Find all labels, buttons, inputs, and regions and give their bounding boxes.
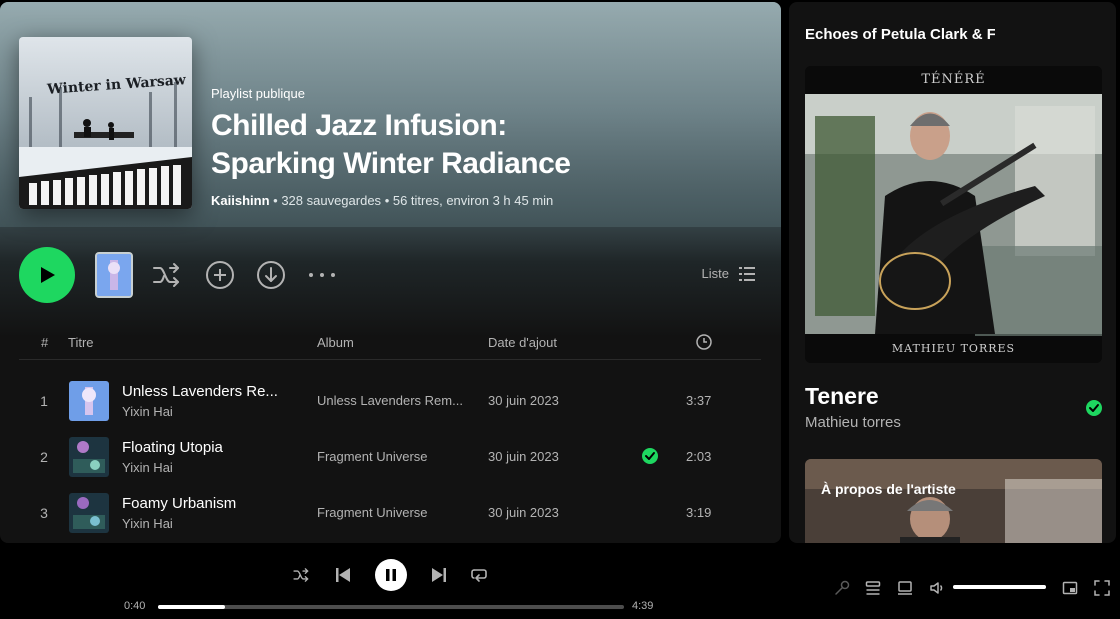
table-row[interactable]: 1 Unless Lavenders Re... Yixin Hai Unles… <box>19 373 761 429</box>
track-album[interactable]: Fragment Universe <box>317 505 475 520</box>
table-row[interactable]: 3 Foamy Urbanism Yixin Hai Fragment Univ… <box>19 485 761 541</box>
about-artist-label: À propos de l'artiste <box>821 481 956 497</box>
player-bar: 0:40 4:39 <box>0 543 1120 619</box>
about-artist-card[interactable]: À propos de l'artiste <box>805 459 1102 543</box>
playlist-meta: Playlist publique Chilled Jazz Infusion:… <box>211 86 771 208</box>
track-duration: 3:19 <box>686 505 712 520</box>
add-to-library-button[interactable] <box>204 259 236 291</box>
view-mode-toggle[interactable]: Liste <box>702 266 755 281</box>
playlist-saves: 328 sauvegardes <box>281 193 382 208</box>
video-bottom-caption: MATHIEU TORRES <box>891 342 1016 355</box>
action-bar: Liste <box>0 242 781 308</box>
shuffle-button[interactable] <box>152 259 184 291</box>
track-album[interactable]: Unless Lavenders Rem... <box>317 393 475 408</box>
skip-back-icon <box>336 568 350 582</box>
playlist-cover[interactable]: Winter in Warsaw <box>19 37 192 209</box>
repeat-button[interactable] <box>470 565 488 585</box>
saved-check-icon[interactable] <box>641 447 659 468</box>
playlist-info: Kaiishinn • 328 sauvegardes • 56 titres,… <box>211 193 554 208</box>
now-playing-context-title[interactable]: Echoes of Petula Clark & F <box>805 26 995 43</box>
download-button[interactable] <box>255 259 287 291</box>
repeat-icon <box>471 569 487 582</box>
table-row[interactable]: 2 Floating Utopia Yixin Hai Fragment Uni… <box>19 429 761 485</box>
video-top-caption: TÉNÉRÉ <box>921 72 986 87</box>
total-time: 4:39 <box>632 600 654 612</box>
track-title[interactable]: Floating Utopia <box>122 439 292 456</box>
elapsed-time: 0:40 <box>124 600 146 612</box>
more-icon <box>309 273 335 277</box>
shuffle-icon <box>153 263 179 287</box>
track-thumbnail <box>69 493 109 533</box>
queue-icon <box>865 581 881 595</box>
playback-progress-bar[interactable] <box>158 605 624 609</box>
skip-forward-icon <box>432 568 446 582</box>
now-playing-video[interactable]: TÉNÉRÉ MATHIEU TORRES <box>805 66 1102 363</box>
playlist-panel: Winter in Warsaw Playlist publique Chill… <box>0 2 781 543</box>
list-icon <box>739 266 755 281</box>
track-duration: 3:37 <box>686 393 712 408</box>
volume-fill <box>953 585 1046 589</box>
add-circle-icon <box>206 261 234 289</box>
track-date-added: 30 juin 2023 <box>488 449 559 464</box>
header-album[interactable]: Album <box>317 335 354 350</box>
track-title[interactable]: Unless Lavenders Re... <box>122 383 292 400</box>
preview-thumbnail[interactable] <box>95 252 133 298</box>
tracklist-header: # Titre Album Date d'ajout <box>19 324 761 360</box>
now-playing-artist[interactable]: Mathieu torres <box>805 414 901 431</box>
track-number: 2 <box>40 449 48 465</box>
download-icon <box>257 261 285 289</box>
view-mode-label: Liste <box>701 266 729 281</box>
track-artist[interactable]: Yixin Hai <box>122 516 173 531</box>
saved-check-icon[interactable] <box>1085 399 1103 422</box>
volume-icon <box>930 582 943 594</box>
track-artist[interactable]: Yixin Hai <box>122 460 173 475</box>
queue-button[interactable] <box>864 579 882 597</box>
next-button[interactable] <box>430 565 448 585</box>
header-number: # <box>41 335 49 350</box>
track-title[interactable]: Foamy Urbanism <box>122 495 292 512</box>
previous-button[interactable] <box>334 565 352 585</box>
playlist-title: Chilled Jazz Infusion: Sparking Winter R… <box>211 109 571 180</box>
track-thumbnail <box>69 381 109 421</box>
now-playing-panel: Echoes of Petula Clark & F TÉNÉRÉ MATHIE… <box>789 2 1116 543</box>
now-playing-title[interactable]: Tenere <box>805 383 879 410</box>
playlist-stats: 56 titres, environ 3 h 45 min <box>392 193 554 208</box>
playlist-owner[interactable]: Kaiishinn <box>211 193 270 208</box>
header-title[interactable]: Titre <box>68 335 94 350</box>
track-artist[interactable]: Yixin Hai <box>122 404 173 419</box>
more-options-button[interactable] <box>306 259 338 291</box>
play-button[interactable] <box>19 247 75 303</box>
volume-button[interactable] <box>928 579 946 597</box>
play-icon <box>41 267 55 283</box>
connect-device-button[interactable] <box>896 579 914 597</box>
playback-progress-fill <box>158 605 225 609</box>
volume-slider[interactable] <box>953 585 1046 589</box>
pause-icon <box>386 569 396 581</box>
track-date-added: 30 juin 2023 <box>488 505 559 520</box>
clock-icon[interactable] <box>696 334 712 353</box>
fullscreen-icon <box>1094 580 1110 596</box>
pause-button[interactable] <box>375 559 407 591</box>
device-icon <box>898 581 912 595</box>
track-date-added: 30 juin 2023 <box>488 393 559 408</box>
track-thumbnail <box>69 437 109 477</box>
track-album[interactable]: Fragment Universe <box>317 449 475 464</box>
header-date-added[interactable]: Date d'ajout <box>488 335 557 350</box>
microphone-lyrics-button[interactable] <box>833 579 851 597</box>
miniplayer-button[interactable] <box>1061 579 1079 597</box>
track-number: 3 <box>40 505 48 521</box>
microphone-icon <box>835 580 850 595</box>
shuffle-icon <box>293 568 309 582</box>
track-number: 1 <box>40 393 48 409</box>
shuffle-button[interactable] <box>292 565 312 585</box>
track-duration: 2:03 <box>686 449 712 464</box>
miniplayer-icon <box>1062 581 1078 595</box>
playlist-type: Playlist publique <box>211 86 305 101</box>
fullscreen-button[interactable] <box>1093 579 1111 597</box>
